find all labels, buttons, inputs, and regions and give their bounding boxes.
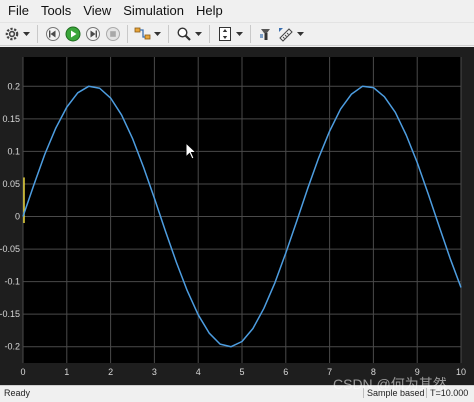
status-bar: Ready Sample based T=10.000 xyxy=(0,385,474,402)
y-tick-label: 0.2 xyxy=(7,81,20,91)
menu-bar: File Tools View Simulation Help xyxy=(0,0,474,22)
toolbar-separator xyxy=(37,25,38,43)
toolbar-separator xyxy=(209,25,210,43)
menu-simulation[interactable]: Simulation xyxy=(117,0,190,22)
zoom-icon[interactable] xyxy=(175,25,193,43)
toolbar xyxy=(0,22,474,46)
measurements-icon[interactable] xyxy=(277,25,295,43)
run-icon[interactable] xyxy=(64,25,82,43)
y-tick-label: 0.1 xyxy=(7,146,20,156)
style-icon[interactable] xyxy=(257,25,275,43)
x-tick-label: 10 xyxy=(456,367,466,377)
menu-tools[interactable]: Tools xyxy=(35,0,77,22)
step-forward-icon[interactable] xyxy=(84,25,102,43)
toolbar-separator xyxy=(250,25,251,43)
y-tick-label: -0.1 xyxy=(4,277,20,287)
y-tick-label: -0.2 xyxy=(4,342,20,352)
x-tick-label: 5 xyxy=(239,367,244,377)
x-tick-label: 4 xyxy=(196,367,201,377)
scope-plot-area[interactable]: -0.2 -0.15 -0.1 -0.05 0 0.05 0.1 0.15 0.2 0 1 2 3 4 5… xyxy=(0,47,474,385)
status-ready: Ready xyxy=(4,388,31,398)
x-tick-label: 0 xyxy=(20,367,25,377)
chevron-down-icon[interactable] xyxy=(23,25,30,43)
x-tick-label: 7 xyxy=(327,367,332,377)
y-tick-label: -0.05 xyxy=(0,244,20,254)
status-sim-time: T=10.000 xyxy=(426,388,468,398)
menu-help[interactable]: Help xyxy=(190,0,229,22)
mouse-cursor-icon xyxy=(185,142,197,160)
x-tick-label: 2 xyxy=(108,367,113,377)
y-tick-label: -0.15 xyxy=(0,309,20,319)
x-tick-label: 3 xyxy=(152,367,157,377)
menu-view[interactable]: View xyxy=(77,0,117,22)
chevron-down-icon[interactable] xyxy=(236,25,243,43)
x-tick-label: 9 xyxy=(415,367,420,377)
autoscale-icon[interactable] xyxy=(216,25,234,43)
chevron-down-icon[interactable] xyxy=(297,25,304,43)
chevron-down-icon[interactable] xyxy=(154,25,161,43)
stop-icon[interactable] xyxy=(104,25,122,43)
y-tick-label: 0.05 xyxy=(2,179,20,189)
status-sample-based: Sample based xyxy=(363,388,431,398)
x-tick-label: 1 xyxy=(64,367,69,377)
y-tick-label: 0 xyxy=(15,212,20,222)
y-tick-label: 0.15 xyxy=(2,114,20,124)
scope-axes[interactable]: -0.2 -0.15 -0.1 -0.05 0 0.05 0.1 0.15 0.2 0 1 2 3 4 5… xyxy=(0,47,474,385)
scope-window: File Tools View Simulation Help -0.2 -0.… xyxy=(0,0,474,402)
toolbar-separator xyxy=(127,25,128,43)
menu-file[interactable]: File xyxy=(2,0,35,22)
settings-gear-icon[interactable] xyxy=(3,25,21,43)
toolbar-separator xyxy=(168,25,169,43)
highlight-signal-icon[interactable] xyxy=(134,25,152,43)
x-tick-label: 6 xyxy=(283,367,288,377)
chevron-down-icon[interactable] xyxy=(195,25,202,43)
x-tick-label: 8 xyxy=(371,367,376,377)
step-back-icon[interactable] xyxy=(44,25,62,43)
